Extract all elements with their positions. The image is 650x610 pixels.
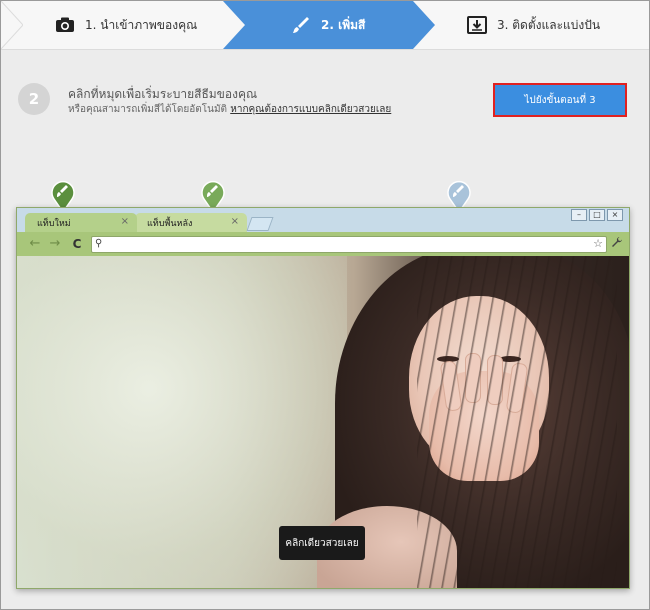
one-click-link[interactable]: หากคุณต้องการแบบคลิกเดียวสวยเลย xyxy=(230,104,391,115)
camera-icon xyxy=(55,15,75,35)
one-click-beautify-button[interactable]: คลิกเดียวสวยเลย xyxy=(279,526,365,560)
step-2-label: 2. เพิ่มสี xyxy=(321,17,366,32)
step-1-import[interactable]: 1. นำเข้าภาพของคุณ xyxy=(55,1,197,49)
step-2-arrow xyxy=(413,1,435,49)
new-tab-button[interactable] xyxy=(246,217,274,231)
star-icon[interactable]: ☆ xyxy=(593,237,603,250)
search-icon: ⚲ xyxy=(95,238,103,249)
theme-creator-page: 1. นำเข้าภาพของคุณ 2. เพิ่มสี 3. ติดตั้ง… xyxy=(0,0,650,610)
tab-new[interactable]: แท็บใหม่ × xyxy=(25,213,137,232)
wizard-steps: 1. นำเข้าภาพของคุณ 2. เพิ่มสี 3. ติดตั้ง… xyxy=(1,1,649,50)
tab-close-icon[interactable]: × xyxy=(231,216,239,227)
maximize-button[interactable]: □ xyxy=(589,209,605,221)
tab-background[interactable]: แท็บพื้นหลัง × xyxy=(135,213,247,232)
step-3-install-share[interactable]: 3. ติดตั้งและแบ่งปัน xyxy=(467,1,600,49)
go-to-step-3-button[interactable]: ไปยังขั้นตอนที่ 3 xyxy=(493,83,627,117)
tab-strip: แท็บพื้นหลัง × แท็บใหม่ × – □ × xyxy=(17,208,629,232)
step-1-label: 1. นำเข้าภาพของคุณ xyxy=(85,17,198,32)
minimize-button[interactable]: – xyxy=(571,209,587,221)
browser-toolbar: ← → C ⚲ ☆ xyxy=(17,232,629,256)
close-window-button[interactable]: × xyxy=(607,209,623,221)
step-2-notch xyxy=(223,1,245,49)
step-3-label: 3. ติดตั้งและแบ่งปัน xyxy=(497,17,601,32)
tab-new-label: แท็บใหม่ xyxy=(37,218,71,229)
step-number-badge: 2 xyxy=(18,83,50,115)
back-arrow-icon[interactable]: ← xyxy=(27,236,43,252)
wrench-icon[interactable] xyxy=(611,236,623,251)
forward-arrow-icon[interactable]: → xyxy=(47,236,63,252)
tab-background-label: แท็บพื้นหลัง xyxy=(147,218,193,229)
step-separator xyxy=(1,1,23,49)
photo-hair-strands xyxy=(417,256,617,588)
download-box-icon xyxy=(467,15,487,35)
paint-brush-icon xyxy=(291,15,311,35)
step-2-add-color[interactable]: 2. เพิ่มสี xyxy=(291,1,365,49)
window-controls: – □ × xyxy=(571,209,623,221)
tab-close-icon[interactable]: × xyxy=(121,216,129,227)
address-bar[interactable]: ⚲ ☆ xyxy=(91,236,607,253)
reload-icon[interactable]: C xyxy=(69,236,85,252)
instruction-subtitle-text: หรือคุณสามารถเพิ่มสีได้โดยอัตโนมัติ xyxy=(68,104,228,115)
instruction-subtitle: หรือคุณสามารถเพิ่มสีได้โดยอัตโนมัติ หากค… xyxy=(68,102,391,117)
